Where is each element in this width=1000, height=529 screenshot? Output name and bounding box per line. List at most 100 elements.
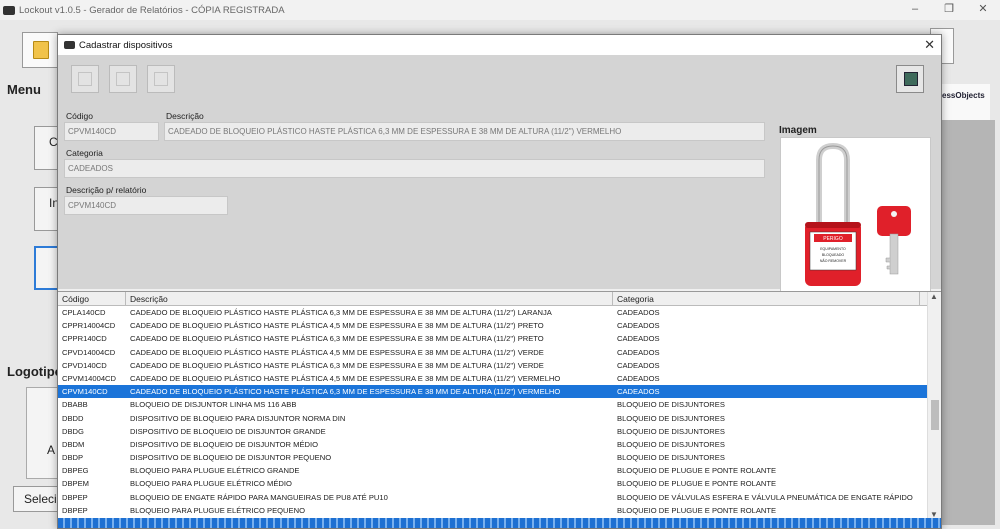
cell-categoria: CADEADOS	[617, 360, 660, 370]
cell-categoria: BLOQUEIO DE VÁLVULAS ESFERA E VÁLVULA PN…	[617, 492, 913, 502]
exit-button[interactable]	[896, 65, 924, 93]
dialog-title: Cadastrar dispositivos	[79, 39, 173, 51]
logo-heading: Logotipo	[7, 364, 63, 379]
codigo-field[interactable]: CPVM140CD	[64, 122, 159, 141]
cadastrar-dispositivos-dialog: Cadastrar dispositivos ✕ Código CPVM140C…	[57, 34, 942, 529]
dialog-icon	[64, 41, 75, 49]
new-record-button[interactable]	[71, 65, 99, 93]
table-row[interactable]: DBPEG BLOQUEIO PARA PLUGUE ELÉTRICO GRAND…	[58, 464, 941, 477]
cell-categoria: BLOQUEIO DE DISJUNTORES	[617, 453, 725, 463]
cell-categoria: BLOQUEIO DE DISJUNTORES	[617, 439, 725, 449]
dialog-titlebar: Cadastrar dispositivos ✕	[58, 35, 941, 55]
table-row[interactable]: CPVM140CD CADEADO DE BLOQUEIO PLÁSTICO HA…	[58, 385, 941, 399]
cell-categoria: CADEADOS	[617, 308, 660, 317]
table-row[interactable]: DBDP DISPOSITIVO DE BLOQUEIO DE DISJUNTOR…	[58, 451, 941, 464]
restore-icon[interactable]: ❐	[932, 0, 966, 20]
cell-descricao: DISPOSITIVO DE BLOQUEIO DE DISJUNTOR MÉD…	[130, 439, 319, 449]
cell-categoria: BLOQUEIO DE PLUGUE E PONTE ROLANTE	[617, 505, 777, 515]
form-area: Código CPVM140CD Descrição CADEADO DE BL…	[58, 55, 941, 303]
main-window-title: Lockout v1.0.5 - Gerador de Relatórios -…	[19, 4, 285, 16]
tag-line-2: BLOQUEADO	[822, 253, 844, 257]
cell-descricao: CADEADO DE BLOQUEIO PLÁSTICO HASTE PLÁST…	[130, 373, 561, 383]
column-header-categoria[interactable]: Categoria	[613, 292, 920, 305]
save-icon	[116, 72, 130, 86]
select-logo-button[interactable]: Selecio	[13, 486, 63, 512]
cell-descricao: BLOQUEIO PARA PLUGUE ELÉTRICO PEQUENO	[130, 505, 305, 515]
cell-categoria: CADEADOS	[617, 334, 660, 344]
table-row[interactable]: CPPR140CD CADEADO DE BLOQUEIO PLÁSTICO HA…	[58, 332, 941, 345]
cell-codigo: CPPR140CD	[62, 334, 107, 344]
column-header-descricao[interactable]: Descrição	[126, 292, 613, 305]
brand-logo: essObjects	[942, 91, 985, 100]
table-row[interactable]: CPPR14004CD CADEADO DE BLOQUEIO PLÁSTICO …	[58, 319, 941, 332]
cell-codigo: DBDD	[62, 413, 84, 423]
cell-codigo: DBPEG	[62, 466, 89, 476]
column-header-codigo[interactable]: Código	[58, 292, 126, 305]
exit-door-icon	[904, 72, 918, 86]
tag-title: PERIGO	[823, 236, 843, 242]
table-row[interactable]: DBPEP BLOQUEIO PARA PLUGUE ELÉTRICO PEQUE…	[58, 504, 941, 517]
background-area	[940, 120, 995, 525]
cell-categoria: CADEADOS	[617, 347, 660, 357]
devices-grid[interactable]: Código Descrição Categoria CPLA140CD CADE…	[58, 291, 941, 518]
cell-descricao: DISPOSITIVO DE BLOQUEIO DE DISJUNTOR PEQ…	[130, 453, 332, 463]
cell-codigo: DBABB	[62, 400, 88, 410]
cell-descricao: CADEADO DE BLOQUEIO PLÁSTICO HASTE PLÁST…	[130, 308, 552, 317]
codigo-label: Código	[66, 111, 93, 121]
table-row[interactable]: DBABB BLOQUEIO DE DISJUNTOR LINHA MS 116 …	[58, 398, 941, 411]
cell-descricao: BLOQUEIO PARA PLUGUE ELÉTRICO MÉDIO	[130, 479, 292, 489]
descricao-field[interactable]: CADEADO DE BLOQUEIO PLÁSTICO HASTE PLÁST…	[164, 122, 765, 141]
cell-codigo: CPLA140CD	[62, 308, 106, 317]
cell-codigo: DBDM	[62, 439, 85, 449]
table-row[interactable]: DBPEM BLOQUEIO PARA PLUGUE ELÉTRICO MÉDIO…	[58, 477, 941, 490]
table-row[interactable]: DBPEP BLOQUEIO DE ENGATE RÁPIDO PARA MANG…	[58, 491, 941, 504]
main-titlebar: Lockout v1.0.5 - Gerador de Relatórios -…	[0, 0, 1000, 20]
scroll-up-icon[interactable]: ▲	[930, 292, 938, 301]
new-icon	[78, 72, 92, 86]
cell-categoria: BLOQUEIO DE PLUGUE E PONTE ROLANTE	[617, 466, 777, 476]
table-row[interactable]: DBDD DISPOSITIVO DE BLOQUEIO PARA DISJUNT…	[58, 412, 941, 425]
table-row[interactable]: CPLA140CD CADEADO DE BLOQUEIO PLÁSTICO HA…	[58, 306, 941, 319]
cell-categoria: CADEADOS	[617, 321, 660, 331]
cell-descricao: DISPOSITIVO DE BLOQUEIO DE DISJUNTOR GRA…	[130, 426, 326, 436]
dialog-close-icon[interactable]: ✕	[924, 37, 935, 53]
window-controls: – ❐ ✕	[898, 0, 1000, 20]
cell-descricao: CADEADO DE BLOQUEIO PLÁSTICO HASTE PLÁST…	[130, 360, 544, 370]
edit-record-button[interactable]	[147, 65, 175, 93]
cell-descricao: CADEADO DE BLOQUEIO PLÁSTICO HASTE PLÁST…	[130, 334, 544, 344]
edit-icon	[154, 72, 168, 86]
cell-codigo: CPVM140CD	[62, 387, 108, 397]
minimize-icon[interactable]: –	[898, 0, 932, 20]
categoria-field[interactable]: CADEADOS	[64, 159, 765, 178]
cell-codigo: DBDG	[62, 426, 84, 436]
close-icon[interactable]: ✕	[966, 0, 1000, 20]
table-row[interactable]: CPVD140CD CADEADO DE BLOQUEIO PLÁSTICO HA…	[58, 359, 941, 372]
cell-categoria: BLOQUEIO DE DISJUNTORES	[617, 413, 725, 423]
cell-descricao: CADEADO DE BLOQUEIO PLÁSTICO HASTE PLÁST…	[130, 347, 544, 357]
save-record-button[interactable]	[109, 65, 137, 93]
tag-line-1: EQUIPAMENTO	[820, 247, 846, 251]
cell-categoria: BLOQUEIO DE PLUGUE E PONTE ROLANTE	[617, 479, 777, 489]
table-row[interactable]: DBDM DISPOSITIVO DE BLOQUEIO DE DISJUNTOR…	[58, 438, 941, 451]
cell-codigo: CPVD140CD	[62, 360, 107, 370]
table-row[interactable]: CPVM14004CD CADEADO DE BLOQUEIO PLÁSTICO …	[58, 372, 941, 385]
tag-line-3: NÃO REMOVER	[820, 258, 847, 263]
vertical-scrollbar[interactable]: ▲ ▼	[927, 292, 941, 518]
cell-descricao: CADEADO DE BLOQUEIO PLÁSTICO HASTE PLÁST…	[130, 321, 544, 331]
product-image: PERIGO EQUIPAMENTO BLOQUEADO NÃO REMOVER	[780, 137, 931, 303]
cell-codigo: CPPR14004CD	[62, 321, 116, 331]
cell-descricao: BLOQUEIO PARA PLUGUE ELÉTRICO GRANDE	[130, 466, 300, 476]
brand-panel	[940, 84, 990, 120]
cell-codigo: DBPEM	[62, 479, 90, 489]
table-row[interactable]: DBDG DISPOSITIVO DE BLOQUEIO DE DISJUNTOR…	[58, 425, 941, 438]
table-row[interactable]: CPVD14004CD CADEADO DE BLOQUEIO PLÁSTICO …	[58, 346, 941, 359]
cell-categoria: BLOQUEIO DE DISJUNTORES	[617, 400, 725, 410]
cell-codigo: DBPEP	[62, 492, 88, 502]
open-folder-button[interactable]	[22, 32, 58, 68]
cell-categoria: CADEADOS	[617, 373, 660, 383]
scroll-down-icon[interactable]: ▼	[930, 510, 938, 518]
padlock-image: PERIGO EQUIPAMENTO BLOQUEADO NÃO REMOVER	[805, 142, 911, 286]
descricao-relatorio-field[interactable]: CPVM140CD	[64, 196, 228, 215]
scroll-thumb[interactable]	[931, 400, 939, 430]
grid-header: Código Descrição Categoria	[58, 292, 941, 306]
